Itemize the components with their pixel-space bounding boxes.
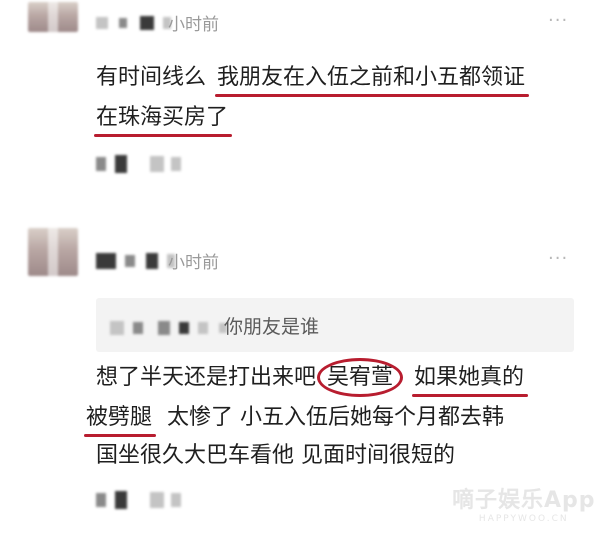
watermark-subtext: HAPPYWOO.CN [478, 514, 569, 524]
avatar[interactable] [28, 2, 78, 32]
reply-actions-blurred[interactable] [96, 489, 182, 509]
more-options-icon[interactable]: ··· [548, 10, 568, 31]
comment-time: 小时前 [168, 253, 219, 273]
comment-text-plain: 有时间线么 [96, 65, 207, 90]
reply-actions-blurred[interactable] [96, 153, 182, 173]
underlined-text: 在珠海买房了 [93, 98, 233, 138]
quoted-username-blurred [110, 317, 228, 336]
more-options-icon[interactable]: ··· [548, 248, 568, 269]
underlined-text: 被劈腿 [83, 398, 157, 438]
underlined-text: 我朋友在入伍之前和小五都领证 [215, 58, 530, 98]
comment-text-plain: 太惨了 小五入伍后她每个月都去韩 [167, 405, 505, 430]
quoted-reply[interactable]: 你朋友是谁 [96, 298, 574, 352]
comment-time: 小时前 [168, 15, 219, 35]
underlined-text: 如果她真的 [412, 358, 529, 398]
comment-text-plain: 想了半天还是打出来吧 [96, 365, 317, 390]
username-blurred[interactable] [96, 12, 172, 31]
comment-text: 被劈腿 太惨了 小五入伍后她每个月都去韩 [83, 398, 505, 438]
quoted-text: 你朋友是谁 [224, 316, 320, 338]
circled-name: 吴宥萱 [317, 358, 404, 398]
comment-text: 有时间线么 我朋友在入伍之前和小五都领证 [96, 58, 530, 98]
comment-text: 在珠海买房了 [93, 98, 233, 138]
username-blurred[interactable] [96, 250, 176, 269]
comment-text: 想了半天还是打出来吧 吴宥萱 如果她真的 [96, 358, 529, 398]
comment-text-plain: 国坐很久大巴车看他 见面时间很短的 [96, 443, 455, 468]
watermark: 嘀子娱乐App HAPPYWOO.CN [452, 482, 596, 524]
comment-text: 国坐很久大巴车看他 见面时间很短的 [96, 436, 455, 476]
avatar[interactable] [28, 228, 78, 276]
watermark-text: 嘀子娱乐App [452, 488, 596, 513]
